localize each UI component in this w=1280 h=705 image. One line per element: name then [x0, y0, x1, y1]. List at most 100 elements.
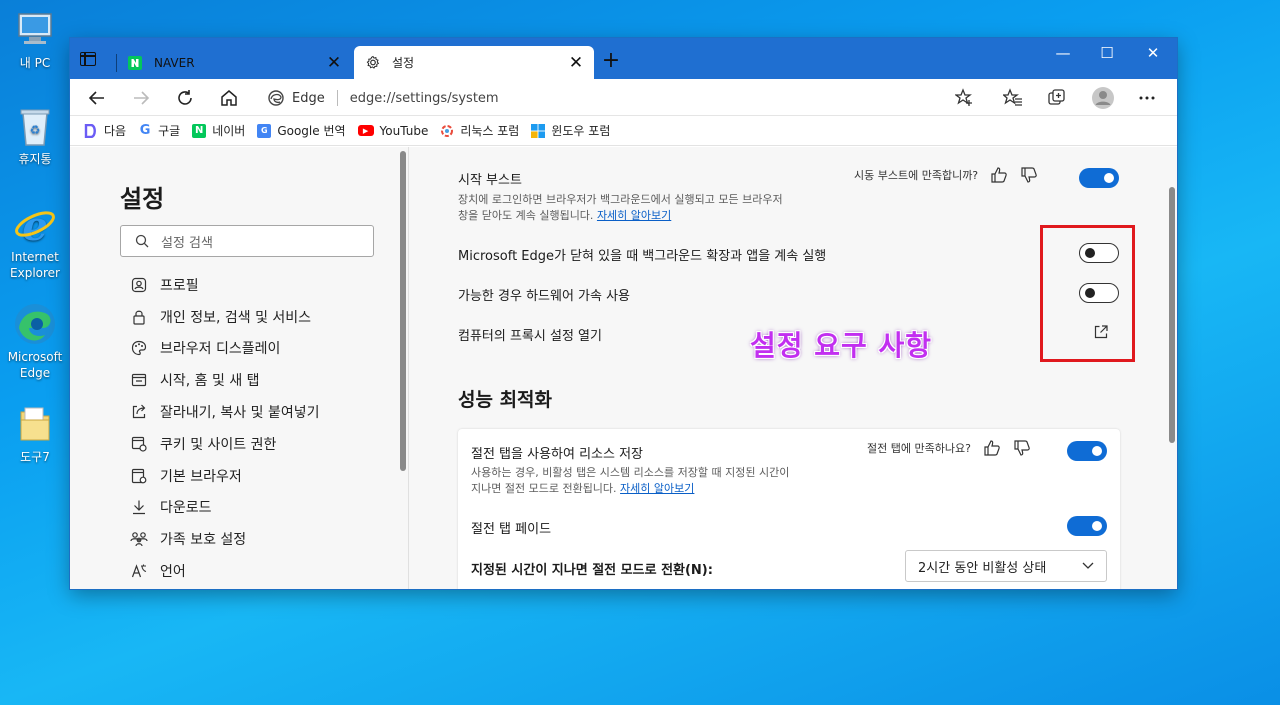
desktop-icon-edge[interactable]: Microsoft Edge	[4, 302, 66, 381]
sleep-timeout-select[interactable]: 2시간 동안 비활성 상태	[905, 550, 1107, 582]
bookmark-windows-forum[interactable]: 윈도우 포럼	[531, 122, 610, 139]
tab-title: NAVER	[154, 55, 195, 70]
sidebar-item-downloads[interactable]: 다운로드	[130, 492, 319, 524]
address-bar[interactable]: Edge edge://settings/system	[256, 83, 984, 113]
annotation-text: 설정 요구 사항	[750, 329, 933, 362]
sidebar-item-family[interactable]: 가족 보호 설정	[130, 523, 319, 555]
tab-actions-icon[interactable]	[80, 52, 96, 66]
thumbs-down-icon[interactable]	[1020, 166, 1038, 184]
linux-forum-icon	[440, 124, 454, 138]
sidebar-item-profile[interactable]: 프로필	[130, 269, 319, 301]
computer-icon	[13, 8, 57, 52]
fade-tabs-title: 절전 탭 페이드	[471, 522, 552, 537]
address-brand-label: Edge	[292, 90, 325, 106]
sidebar-item-appearance[interactable]: 브라우저 디스플레이	[130, 333, 319, 365]
sidebar-item-start-home[interactable]: 시작, 홈 및 새 탭	[130, 364, 319, 396]
bookmark-youtube[interactable]: ▶ YouTube	[357, 123, 429, 138]
startup-boost-feedback: 시동 부스트에 만족합니까?	[854, 166, 1038, 184]
windows-forum-icon	[531, 123, 546, 138]
more-icon[interactable]	[1134, 85, 1160, 111]
sidebar-item-label: 다운로드	[160, 500, 212, 517]
bookmark-label: 네이버	[212, 124, 246, 138]
sidebar-scrollbar[interactable]	[400, 151, 406, 471]
bookmark-label: 구글	[158, 124, 181, 138]
thumbs-down-icon[interactable]	[1013, 439, 1031, 457]
favorites-icon[interactable]	[1000, 85, 1026, 111]
bookmark-label: YouTube	[379, 123, 429, 138]
tab-separator	[116, 54, 117, 72]
download-icon	[130, 498, 148, 516]
main-scrollbar[interactable]	[1169, 187, 1175, 443]
avatar[interactable]	[1090, 85, 1116, 111]
tab-settings[interactable]: 설정 ✕	[354, 46, 594, 79]
sleeping-tabs-learn-more-link[interactable]: 자세히 알아보기	[620, 482, 694, 495]
google-icon: G	[139, 123, 151, 138]
sidebar-item-privacy[interactable]: 개인 정보, 검색 및 서비스	[130, 301, 319, 333]
home-icon[interactable]	[216, 85, 242, 111]
bookmark-google-translate[interactable]: G Google 번역	[257, 122, 346, 139]
language-icon	[130, 562, 148, 580]
favorites-bar: 다음 G 구글 N 네이버 G Google 번역 ▶ YouTube 리눅스 …	[70, 116, 1177, 146]
sidebar-item-label: 기본 브라우저	[160, 468, 242, 485]
sleeping-tabs-toggle[interactable]	[1067, 441, 1107, 461]
palette-icon	[130, 339, 148, 357]
share-icon	[130, 403, 148, 421]
startup-boost-desc-line2-text: 창을 닫아도 계속 실행됩니다.	[458, 209, 594, 222]
bookmark-linux-forum[interactable]: 리눅스 포럼	[440, 122, 519, 139]
sidebar-item-default-browser[interactable]: 기본 브라우저	[130, 460, 319, 492]
thumbs-up-icon[interactable]	[983, 439, 1001, 457]
bookmark-naver[interactable]: N 네이버	[192, 122, 245, 139]
thumbs-up-icon[interactable]	[990, 166, 1008, 184]
sidebar-item-label: 가족 보호 설정	[160, 532, 247, 549]
startup-boost-desc-line2: 창을 닫아도 계속 실행됩니다. 자세히 알아보기	[458, 208, 858, 224]
cookie-icon	[130, 435, 148, 453]
sidebar-item-share-copy[interactable]: 잘라내기, 복사 및 붙여넣기	[130, 396, 319, 428]
add-favorite-icon[interactable]	[952, 85, 978, 111]
sleeping-tabs-feedback: 절전 탭에 만족하나요?	[867, 439, 1031, 457]
bookmark-daum[interactable]: 다음	[84, 122, 126, 139]
family-icon	[130, 530, 148, 548]
bookmark-google[interactable]: G 구글	[138, 122, 180, 139]
startup-boost-toggle[interactable]	[1079, 168, 1119, 188]
desktop-icon-label: Internet Explorer	[10, 250, 60, 280]
close-window-icon[interactable]: ✕	[1130, 42, 1176, 66]
desktop-icon-this-pc[interactable]: 내 PC	[4, 8, 66, 71]
startup-boost-learn-more-link[interactable]: 자세히 알아보기	[597, 209, 671, 222]
close-tab-icon[interactable]: ✕	[566, 53, 586, 73]
title-bar: NAVER ✕ 설정 ✕ + — ☐ ✕	[70, 38, 1177, 79]
folder-icon	[13, 402, 57, 446]
naver-icon	[128, 55, 142, 70]
settings-page: 설정 설정 검색 프로필 개인 정보, 검색 및 서비스 브라우저 디스플레이	[70, 147, 1177, 589]
sidebar-item-label: 프로필	[160, 277, 199, 294]
sidebar-item-languages[interactable]: 언어	[130, 555, 319, 587]
background-run-title: Microsoft Edge가 닫혀 있을 때 백그라운드 확장과 앱을 계속 …	[458, 249, 827, 264]
close-tab-icon[interactable]: ✕	[324, 53, 344, 73]
back-icon[interactable]	[84, 85, 110, 111]
desktop-icon-tools[interactable]: 도구7	[4, 402, 66, 465]
collections-icon[interactable]	[1044, 85, 1070, 111]
fade-tabs-toggle[interactable]	[1067, 516, 1107, 536]
tab-naver[interactable]: NAVER ✕	[116, 46, 352, 79]
startup-boost-desc: 장치에 로그인하면 브라우저가 백그라운드에서 실행되고 모든 브라우저 창을 …	[458, 192, 858, 224]
sidebar-item-cookies[interactable]: 쿠키 및 사이트 권한	[130, 428, 319, 460]
desktop-icon-ie[interactable]: e Internet Explorer	[4, 202, 66, 281]
minimize-icon[interactable]: —	[1040, 42, 1086, 66]
bookmark-label: 리눅스 포럼	[460, 124, 520, 138]
desktop-icon-recycle-bin[interactable]: ♻ 휴지통	[4, 104, 66, 167]
address-brand: Edge	[268, 90, 325, 106]
edge-icon	[13, 302, 57, 346]
search-input[interactable]: 설정 검색	[120, 225, 374, 257]
svg-text:♻: ♻	[30, 123, 41, 137]
sidebar-item-label: 개인 정보, 검색 및 서비스	[160, 309, 312, 326]
startup-boost-desc-line1: 장치에 로그인하면 브라우저가 백그라운드에서 실행되고 모든 브라우저	[458, 193, 783, 206]
refresh-icon[interactable]	[172, 85, 198, 111]
new-tab-icon[interactable]: +	[600, 50, 622, 72]
startup-boost-feedback-text: 시동 부스트에 만족합니까?	[854, 169, 979, 182]
navigation-toolbar: Edge edge://settings/system	[70, 79, 1177, 116]
maximize-icon[interactable]: ☐	[1084, 42, 1130, 66]
internet-explorer-icon: e	[13, 202, 57, 246]
sleeping-tabs-desc-line2-text: 지나면 절전 모드로 전환됩니다.	[471, 482, 617, 495]
sidebar-item-label: 쿠키 및 사이트 권한	[160, 436, 277, 453]
forward-icon[interactable]	[128, 85, 154, 111]
translate-icon: G	[257, 123, 272, 138]
